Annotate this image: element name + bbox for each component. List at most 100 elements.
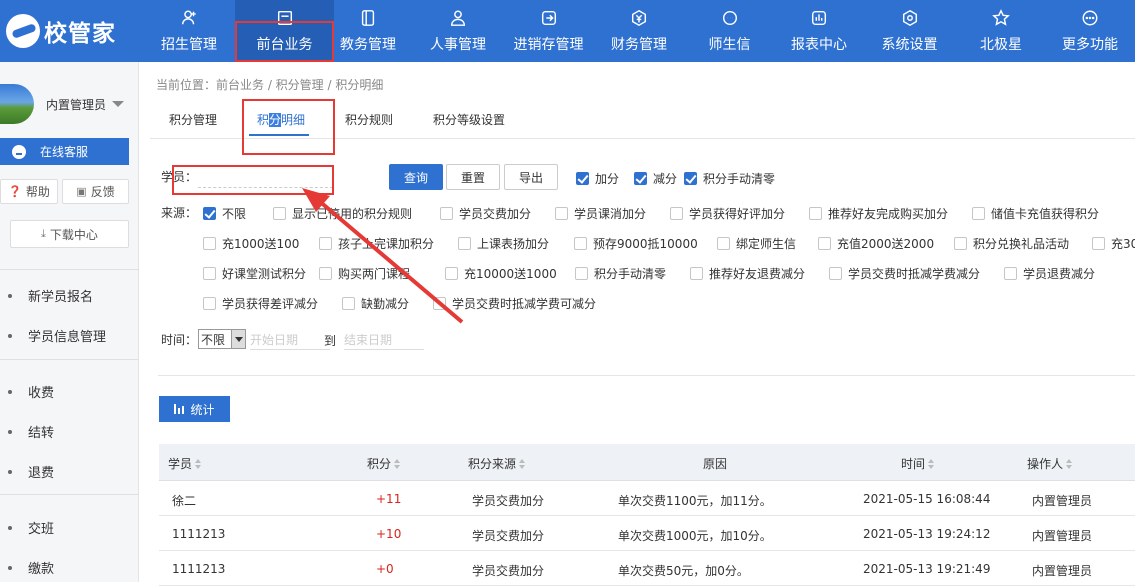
checkbox-option[interactable]: 预存9000抵10000 — [574, 235, 698, 252]
checkbox-option[interactable]: 购买两门课程 — [319, 265, 410, 282]
nav-settings[interactable]: 系统设置 — [862, 0, 957, 62]
col-operator[interactable]: 操作人 — [1027, 455, 1073, 472]
sidebar-item-payment[interactable]: 缴款 — [8, 558, 54, 577]
nav-reports[interactable]: 报表中心 — [776, 0, 862, 62]
table-row[interactable]: 徐二 +11 学员交费加分 单次交费1100元，加11分。 2021-05-15 16:… — [159, 481, 1135, 516]
feedback-button[interactable]: ▣ 反馈 — [62, 179, 129, 204]
checkbox-option[interactable]: 学员交费时抵减学费减分 — [829, 265, 980, 282]
checkbox-checked-icon[interactable] — [576, 172, 589, 185]
sidebar-item-new-student[interactable]: 新学员报名 — [8, 286, 93, 305]
checkbox-option[interactable]: 孩子上完课加积分 — [319, 235, 434, 252]
checkbox-icon[interactable] — [555, 207, 568, 220]
checkbox-option[interactable]: 学员获得好评加分 — [670, 205, 785, 222]
sidebar-item-charge[interactable]: 收费 — [8, 382, 54, 401]
sidebar-item-refund[interactable]: 退费 — [8, 462, 54, 481]
checkbox-icon[interactable] — [1092, 237, 1105, 250]
checkbox-option[interactable]: 减分 — [634, 170, 677, 187]
nav-inventory[interactable]: 进销存管理 — [503, 0, 594, 62]
export-button[interactable]: 导出 — [504, 164, 558, 190]
nav-more[interactable]: 更多功能 — [1045, 0, 1135, 62]
table-row[interactable]: 1111213 +0 学员交费加分 单次交费50元，加0分。 2021-05-13 19… — [159, 551, 1135, 586]
checkbox-icon[interactable] — [273, 207, 286, 220]
checkbox-option[interactable]: 充3000送300 — [1092, 235, 1135, 252]
checkbox-icon[interactable] — [818, 237, 831, 250]
nav-hr[interactable]: 人事管理 — [413, 0, 503, 62]
checkbox-icon[interactable] — [575, 267, 588, 280]
checkbox-option[interactable]: 显示已停用的积分规则 — [273, 205, 412, 222]
sidebar-item-carryover[interactable]: 结转 — [8, 422, 54, 441]
start-date-input[interactable] — [250, 330, 330, 350]
checkbox-icon[interactable] — [972, 207, 985, 220]
sidebar-item-student-info[interactable]: 学员信息管理 — [8, 326, 106, 345]
checkbox-icon[interactable] — [670, 207, 683, 220]
checkbox-option[interactable]: 绑定师生信 — [717, 235, 796, 252]
checkbox-option[interactable]: 积分兑换礼品活动 — [954, 235, 1069, 252]
checkbox-checked-icon[interactable] — [684, 172, 697, 185]
nav-polaris[interactable]: 北极星 — [957, 0, 1045, 62]
user-menu[interactable]: 内置管理员 — [0, 84, 139, 124]
checkbox-option[interactable]: 上课表扬加分 — [458, 235, 549, 252]
tab-points-levels[interactable]: 积分等级设置 — [433, 111, 505, 128]
checkbox-icon[interactable] — [458, 237, 471, 250]
checkbox-icon[interactable] — [203, 297, 216, 310]
table-row[interactable]: 1111213 +10 学员交费加分 单次交费1000元，加10分。 2021-05-1… — [159, 516, 1135, 551]
col-student[interactable]: 学员 — [168, 455, 202, 472]
checkbox-option[interactable]: 学员交费时抵减学费可减分 — [433, 295, 596, 312]
checkbox-option[interactable]: 加分 — [576, 170, 619, 187]
checkbox-option[interactable]: 学员课消加分 — [555, 205, 646, 222]
checkbox-option[interactable]: 推荐好友完成购买加分 — [809, 205, 948, 222]
checkbox-icon[interactable] — [203, 267, 216, 280]
checkbox-icon[interactable] — [342, 297, 355, 310]
checkbox-checked-icon[interactable] — [634, 172, 647, 185]
checkbox-icon[interactable] — [829, 267, 842, 280]
end-date-input[interactable] — [344, 330, 424, 350]
reset-button[interactable]: 重置 — [446, 164, 500, 190]
nav-enrollment[interactable]: 招生管理 — [144, 0, 234, 62]
col-time[interactable]: 时间 — [901, 455, 935, 472]
time-range-select[interactable]: 不限 — [198, 329, 246, 349]
checkbox-icon[interactable] — [690, 267, 703, 280]
checkbox-icon[interactable] — [203, 237, 216, 250]
checkbox-icon[interactable] — [574, 237, 587, 250]
cell-operator: 内置管理员 — [1032, 529, 1093, 543]
checkbox-option[interactable]: 充值2000送2000 — [818, 235, 934, 252]
checkbox-icon[interactable] — [1004, 267, 1017, 280]
checkbox-option[interactable]: 学员退费减分 — [1004, 265, 1095, 282]
online-service-button[interactable]: 在线客服 — [0, 138, 129, 165]
checkbox-option[interactable]: 充10000送1000 — [445, 265, 557, 282]
checkbox-option[interactable]: 充1000送100 — [203, 235, 299, 252]
checkbox-icon[interactable] — [717, 237, 730, 250]
statistics-button[interactable]: 统计 — [159, 396, 230, 422]
checkbox-option[interactable]: 不限 — [203, 205, 246, 222]
checkbox-icon[interactable] — [319, 237, 332, 250]
checkbox-option[interactable]: 推荐好友退费减分 — [690, 265, 805, 282]
checkbox-icon[interactable] — [433, 297, 446, 310]
checkbox-option[interactable]: 学员交费加分 — [440, 205, 531, 222]
checkbox-icon[interactable] — [445, 267, 458, 280]
online-service-label: 在线客服 — [40, 145, 89, 159]
nav-finance[interactable]: 财务管理 — [594, 0, 684, 62]
help-button[interactable]: ❓ 帮助 — [0, 179, 58, 204]
col-score[interactable]: 积分 — [367, 455, 401, 472]
query-button[interactable]: 查询 — [389, 164, 443, 190]
tab-points-management[interactable]: 积分管理 — [169, 111, 217, 128]
checkbox-icon[interactable] — [319, 267, 332, 280]
download-center-button[interactable]: ⤓ 下载中心 — [10, 220, 129, 248]
sidebar-item-shift[interactable]: 交班 — [8, 518, 54, 537]
checkbox-icon[interactable] — [440, 207, 453, 220]
checkbox-option[interactable]: 积分手动清零 — [684, 170, 775, 187]
bullet-icon — [8, 429, 12, 434]
nav-messaging[interactable]: 师生信 — [683, 0, 776, 62]
checkbox-icon[interactable] — [809, 207, 822, 220]
checkbox-option[interactable]: 学员获得差评减分 — [203, 295, 318, 312]
app-logo[interactable]: 校管家 — [0, 0, 140, 62]
checkbox-icon[interactable] — [954, 237, 967, 250]
tab-points-rules[interactable]: 积分规则 — [345, 111, 393, 128]
nav-academic[interactable]: 教务管理 — [323, 0, 413, 62]
checkbox-option[interactable]: 缺勤减分 — [342, 295, 409, 312]
checkbox-checked-icon[interactable] — [203, 207, 216, 220]
checkbox-option[interactable]: 积分手动清零 — [575, 265, 666, 282]
checkbox-option[interactable]: 储值卡充值获得积分 — [972, 205, 1099, 222]
checkbox-option[interactable]: 好课堂测试积分 — [203, 265, 306, 282]
col-source[interactable]: 积分来源 — [468, 455, 526, 472]
